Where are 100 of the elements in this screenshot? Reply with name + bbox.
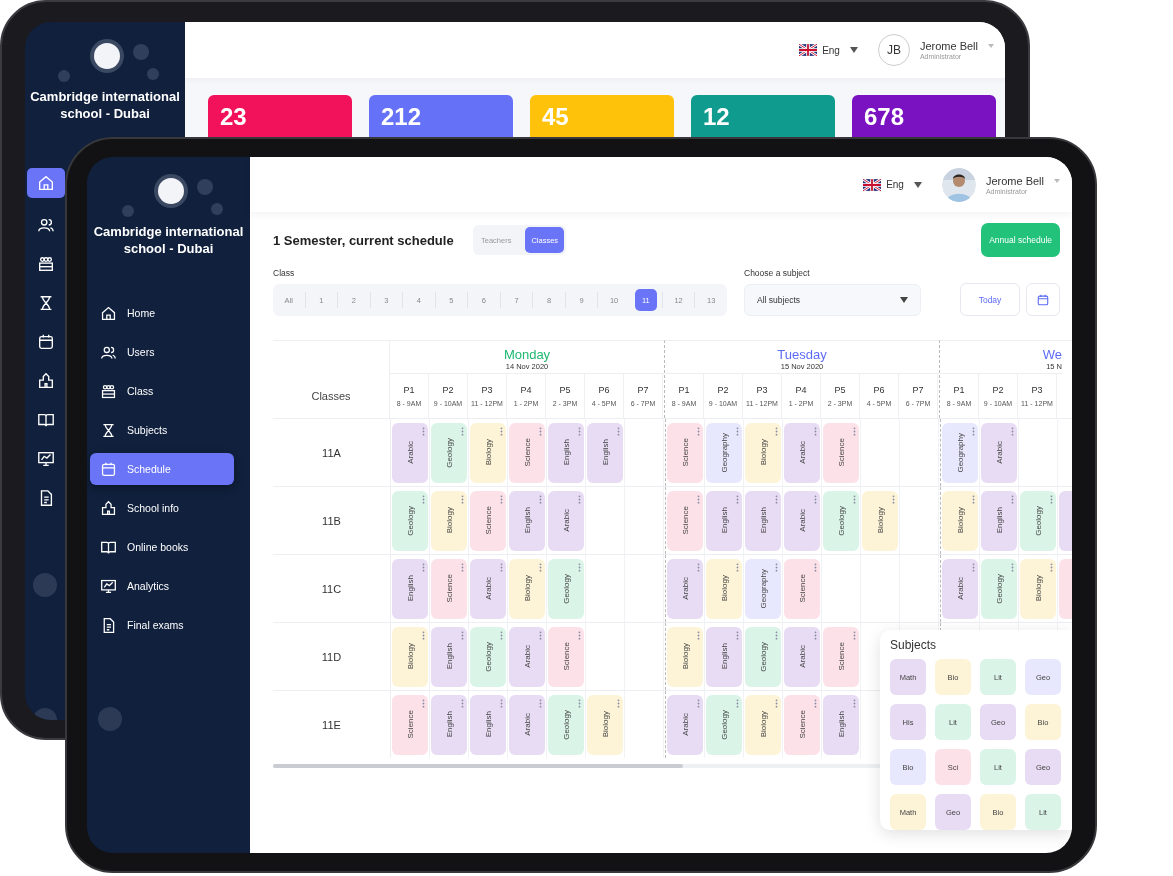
more-icon[interactable] xyxy=(500,426,503,436)
lesson-card[interactable]: Geology xyxy=(470,626,506,687)
more-icon[interactable] xyxy=(736,494,739,504)
language-selector[interactable]: Eng xyxy=(799,44,858,56)
lesson-card[interactable]: Arabic xyxy=(392,422,428,483)
more-icon[interactable] xyxy=(461,630,464,640)
lesson-card[interactable]: Biology xyxy=(431,490,467,551)
more-icon[interactable] xyxy=(775,426,778,436)
more-icon[interactable] xyxy=(853,494,856,504)
lesson-card[interactable]: Biology xyxy=(1020,558,1056,619)
lesson-card[interactable]: Biology xyxy=(587,694,623,755)
more-icon[interactable] xyxy=(617,698,620,708)
more-icon[interactable] xyxy=(853,426,856,436)
more-icon[interactable] xyxy=(972,426,975,436)
more-icon[interactable] xyxy=(736,698,739,708)
lesson-card[interactable]: English xyxy=(431,626,467,687)
more-icon[interactable] xyxy=(1050,494,1053,504)
lesson-card[interactable]: Science xyxy=(823,626,859,687)
more-icon[interactable] xyxy=(1011,494,1014,504)
lesson-card[interactable]: Geography xyxy=(745,558,781,619)
lesson-card[interactable]: English xyxy=(745,490,781,551)
nav-item[interactable]: Home xyxy=(90,297,234,329)
nav-item[interactable]: School info xyxy=(90,492,234,524)
lesson-card[interactable]: Arabic xyxy=(981,422,1017,483)
lesson-card[interactable]: English xyxy=(823,694,859,755)
lesson-card[interactable]: Science xyxy=(470,490,506,551)
lesson-card[interactable]: English xyxy=(548,422,584,483)
lesson-card[interactable]: Arabic xyxy=(509,694,545,755)
lesson-card[interactable]: Geology xyxy=(548,694,584,755)
lesson-card[interactable]: Arabic xyxy=(942,558,978,619)
more-icon[interactable] xyxy=(617,426,620,436)
lesson-card[interactable]: English xyxy=(981,490,1017,551)
more-icon[interactable] xyxy=(775,562,778,572)
lesson-card[interactable]: Arabic xyxy=(509,626,545,687)
more-icon[interactable] xyxy=(578,562,581,572)
lesson-card[interactable]: English xyxy=(392,558,428,619)
lesson-card[interactable]: Biology xyxy=(706,558,742,619)
more-icon[interactable] xyxy=(539,562,542,572)
nav-item[interactable]: Schedule xyxy=(90,453,234,485)
lesson-card[interactable]: Biology xyxy=(470,422,506,483)
lesson-card[interactable]: Science xyxy=(667,422,703,483)
lesson-card[interactable]: Arabic xyxy=(548,490,584,551)
more-icon[interactable] xyxy=(578,630,581,640)
lesson-card[interactable]: Science xyxy=(784,694,820,755)
lesson-card[interactable]: Science xyxy=(784,558,820,619)
lesson-card[interactable]: Arabic xyxy=(667,694,703,755)
nav-item[interactable]: Analytics xyxy=(90,570,234,602)
more-icon[interactable] xyxy=(500,698,503,708)
more-icon[interactable] xyxy=(775,494,778,504)
more-icon[interactable] xyxy=(1011,562,1014,572)
more-icon[interactable] xyxy=(539,698,542,708)
more-icon[interactable] xyxy=(697,494,700,504)
lesson-card[interactable]: Geology xyxy=(981,558,1017,619)
nav-item[interactable]: Online books xyxy=(90,531,234,563)
lesson-card[interactable]: Arabic xyxy=(784,422,820,483)
lesson-card[interactable]: Biology xyxy=(942,490,978,551)
lesson-card[interactable]: Science xyxy=(392,694,428,755)
lesson-card[interactable]: Arabic xyxy=(784,626,820,687)
more-icon[interactable] xyxy=(853,630,856,640)
lesson-card[interactable]: English xyxy=(509,490,545,551)
lesson-card[interactable]: Geography xyxy=(706,422,742,483)
lesson-card[interactable]: English xyxy=(431,694,467,755)
more-icon[interactable] xyxy=(461,494,464,504)
lesson-card[interactable]: Geology xyxy=(548,558,584,619)
more-icon[interactable] xyxy=(422,562,425,572)
more-icon[interactable] xyxy=(814,426,817,436)
more-icon[interactable] xyxy=(461,562,464,572)
more-icon[interactable] xyxy=(736,630,739,640)
lesson-card[interactable]: English xyxy=(470,694,506,755)
nav-item[interactable]: Final exams xyxy=(90,609,234,641)
more-icon[interactable] xyxy=(578,426,581,436)
lesson-card[interactable]: Geography xyxy=(942,422,978,483)
more-icon[interactable] xyxy=(775,698,778,708)
lesson-card[interactable]: Geology xyxy=(1020,490,1056,551)
more-icon[interactable] xyxy=(500,562,503,572)
lesson-card[interactable]: Geology xyxy=(431,422,467,483)
lesson-card[interactable]: Geology xyxy=(706,694,742,755)
more-icon[interactable] xyxy=(539,494,542,504)
lesson-card[interactable]: Biology xyxy=(667,626,703,687)
lesson-card[interactable]: English xyxy=(706,490,742,551)
lesson-card[interactable]: Geology xyxy=(745,626,781,687)
more-icon[interactable] xyxy=(775,630,778,640)
calendar-button[interactable] xyxy=(1026,283,1060,316)
more-icon[interactable] xyxy=(422,426,425,436)
lesson-card[interactable]: Biology xyxy=(745,694,781,755)
more-icon[interactable] xyxy=(972,494,975,504)
more-icon[interactable] xyxy=(736,426,739,436)
more-icon[interactable] xyxy=(1011,426,1014,436)
more-icon[interactable] xyxy=(972,562,975,572)
more-icon[interactable] xyxy=(539,630,542,640)
more-icon[interactable] xyxy=(814,630,817,640)
lesson-card[interactable]: Biology xyxy=(392,626,428,687)
more-icon[interactable] xyxy=(853,698,856,708)
subject-dropdown[interactable]: All subjects xyxy=(744,284,921,316)
nav-item[interactable]: Users xyxy=(90,336,234,368)
more-icon[interactable] xyxy=(697,698,700,708)
nav-item[interactable]: Subjects xyxy=(90,414,234,446)
lesson-card[interactable]: Biology xyxy=(745,422,781,483)
more-icon[interactable] xyxy=(697,630,700,640)
more-icon[interactable] xyxy=(422,494,425,504)
